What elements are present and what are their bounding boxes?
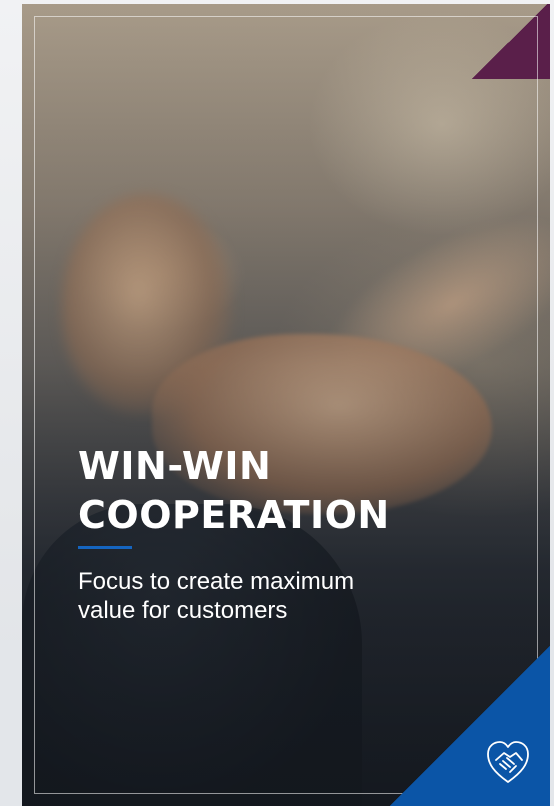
card-subtitle: Focus to create maximum value for custom… [78, 568, 355, 624]
corner-accent [469, 4, 550, 79]
feature-card[interactable]: WIN-WIN COOPERATION Focus to create maxi… [22, 4, 550, 806]
card-title: WIN-WIN COOPERATION [78, 442, 508, 540]
corner-badge [390, 646, 550, 806]
card-content: WIN-WIN COOPERATION Focus to create maxi… [78, 442, 508, 625]
card-title-line1: WIN-WIN [78, 444, 272, 488]
handshake-icon [487, 741, 529, 783]
card-title-line2: COOPERATION [78, 493, 390, 537]
title-underline [78, 546, 132, 549]
